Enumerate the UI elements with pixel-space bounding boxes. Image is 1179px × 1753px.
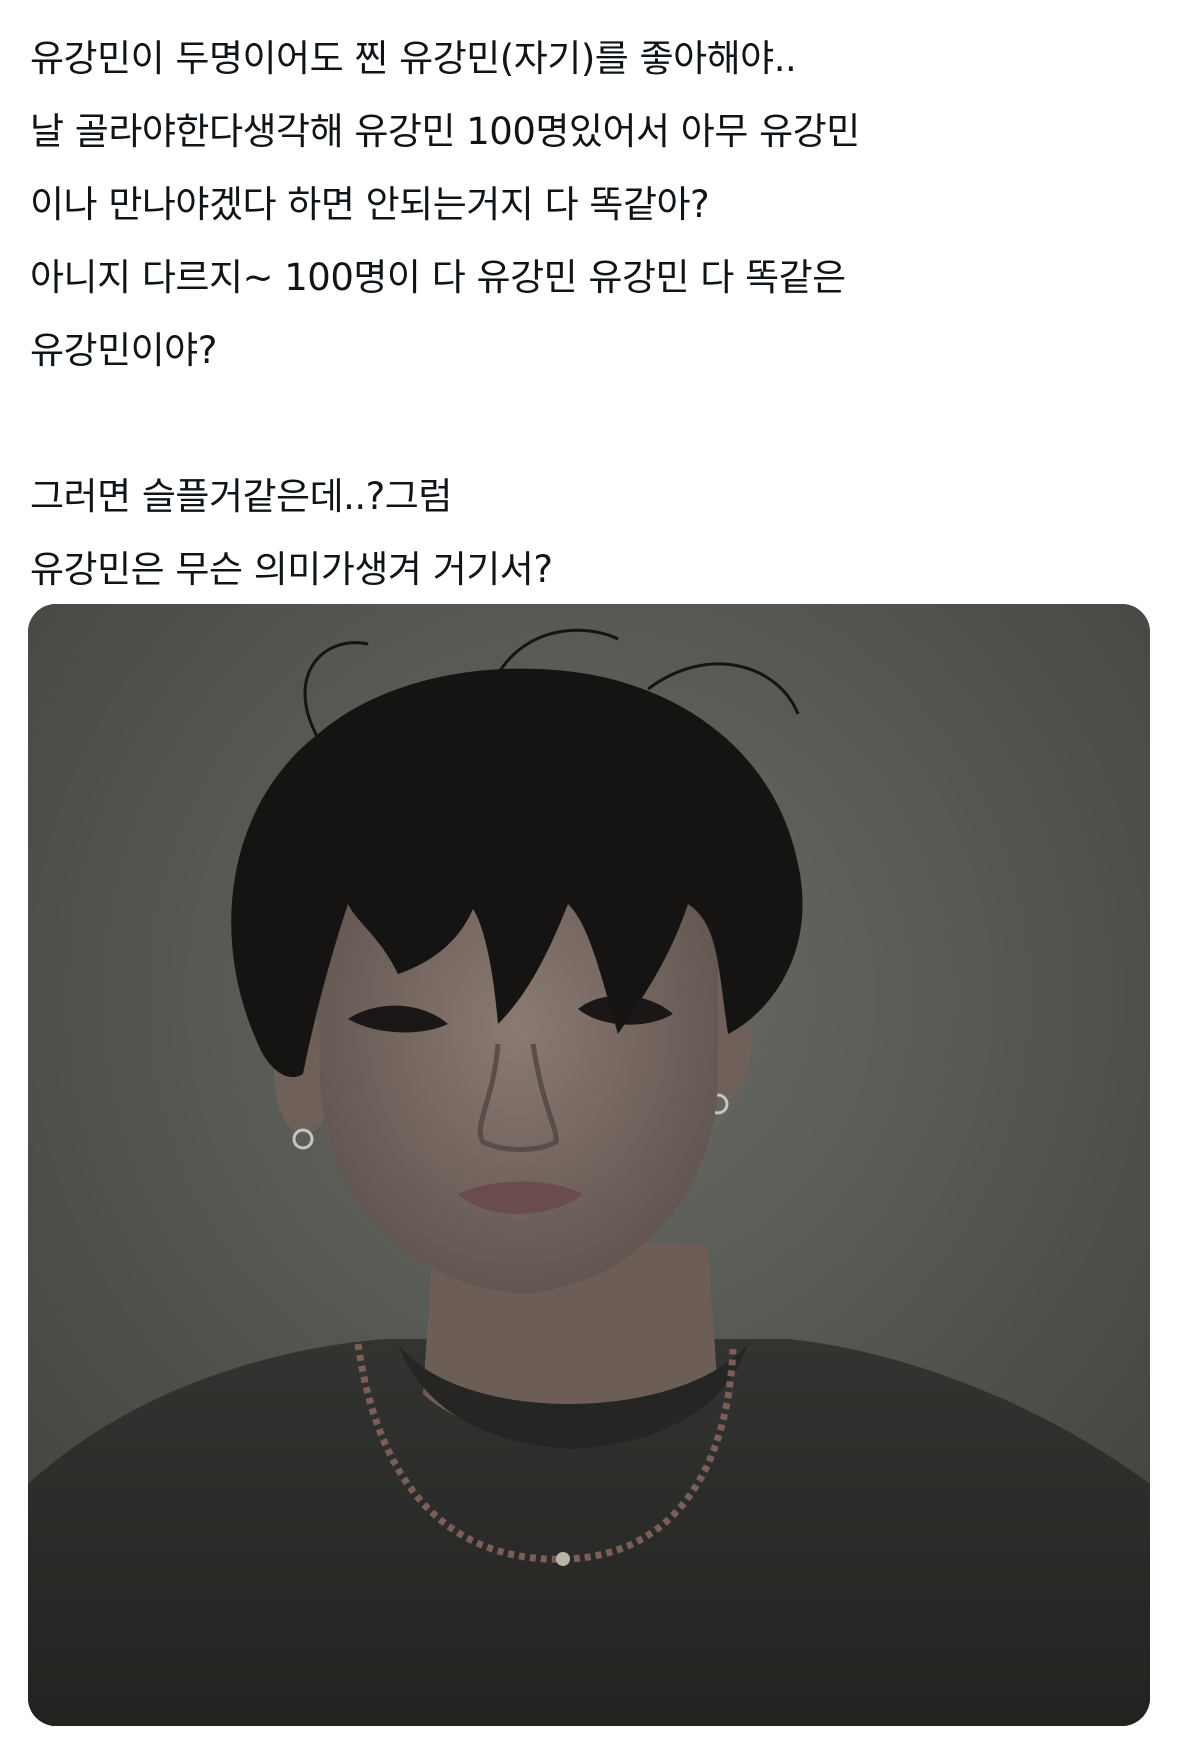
post-text-line: 그러면 슬플거같은데..?그럼 [30, 475, 452, 518]
post-text-line: 이나 만나야겠다 하면 안되는거지 다 똑같아? [30, 183, 710, 226]
post-text-line: 유강민은 무슨 의미가생겨 거기서? [30, 548, 553, 591]
portrait-photo [28, 604, 1150, 1726]
post-text-line: 날 골라야한다생각해 유강민 100명있어서 아무 유강민 [30, 110, 860, 153]
post-text-line: 아니지 다르지~ 100명이 다 유강민 유강민 다 똑같은 [30, 256, 846, 299]
post-text-line: 유강민이 두명이어도 찐 유강민(자기)를 좋아해야.. [30, 37, 797, 80]
post-text: 유강민이 두명이어도 찐 유강민(자기)를 좋아해야.. 날 골라야한다생각해 … [30, 22, 1140, 606]
post: 유강민이 두명이어도 찐 유강민(자기)를 좋아해야.. 날 골라야한다생각해 … [0, 0, 1179, 1753]
necklace-pendant [556, 1552, 570, 1566]
post-text-line: 유강민이야? [30, 329, 217, 372]
post-photo[interactable] [28, 604, 1150, 1726]
